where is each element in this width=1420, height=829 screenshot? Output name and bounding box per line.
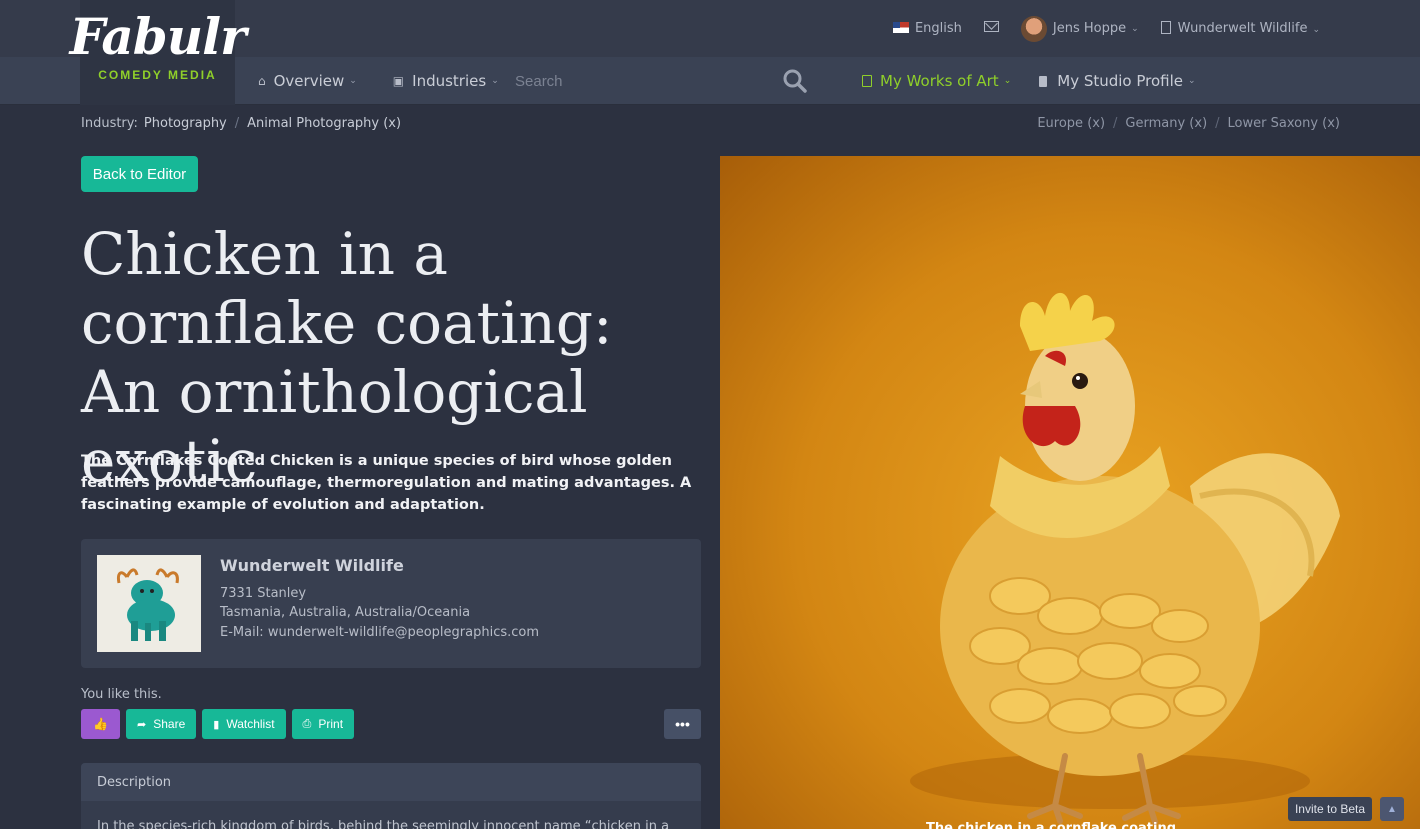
scroll-to-top-button[interactable]: ▲ <box>1380 797 1404 821</box>
home-icon: ⌂ <box>258 74 266 88</box>
nav-menu-right: My Works of Art ⌄ My Studio Profile ⌄ <box>862 57 1196 105</box>
top-right-menu: English Jens Hoppe ⌄ Wunderwelt Wildlife… <box>892 0 1320 57</box>
print-button[interactable]: ⎙ Print <box>291 709 355 739</box>
chevron-down-icon: ⌄ <box>1188 76 1196 86</box>
description-body: In the species-rich kingdom of birds, be… <box>97 819 670 829</box>
region-germany[interactable]: Germany (x) <box>1125 116 1207 131</box>
back-to-editor-button[interactable]: Back to Editor <box>81 156 198 192</box>
org-name: Wunderwelt Wildlife <box>1177 21 1308 36</box>
more-options-button[interactable]: ••• <box>664 709 701 739</box>
building-icon <box>1160 21 1171 34</box>
chevron-down-icon: ⌄ <box>1312 25 1320 35</box>
region-lower-saxony[interactable]: Lower Saxony (x) <box>1228 116 1340 131</box>
region-breadcrumb: Europe (x) / Germany (x) / Lower Saxony (x) <box>1037 116 1340 131</box>
print-label: Print <box>318 717 344 731</box>
nav-item-overview[interactable]: ⌂ Overview ⌄ <box>258 72 357 90</box>
publisher-street: 7331 Stanley <box>220 586 307 601</box>
breadcrumb-separator: / <box>1215 116 1220 131</box>
breadcrumb-separator: / <box>1113 116 1118 131</box>
nav-studio-label: My Studio Profile <box>1057 72 1184 90</box>
publisher-logo[interactable] <box>97 555 201 652</box>
description-header: Description <box>81 763 701 801</box>
messages-button[interactable] <box>983 21 999 36</box>
publisher-name[interactable]: Wunderwelt Wildlife <box>220 556 404 575</box>
share-icon: ➦ <box>137 718 147 731</box>
chevron-down-icon: ⌄ <box>349 76 357 86</box>
publisher-card: Wunderwelt Wildlife 7331 Stanley Tasmani… <box>81 539 701 668</box>
bookmark-icon: ▮ <box>213 718 220 731</box>
language-label: English <box>914 21 962 36</box>
publisher-region: Tasmania, Australia, Australia/Oceania <box>220 605 471 620</box>
breadcrumb-item-photography[interactable]: Photography <box>144 116 227 131</box>
document-icon <box>862 75 872 87</box>
user-name: Jens Hoppe <box>1052 21 1127 36</box>
like-status: You like this. <box>81 687 162 702</box>
industries-icon: ▣ <box>392 74 405 88</box>
watchlist-label: Watchlist <box>226 717 275 731</box>
share-button[interactable]: ➦ Share <box>126 709 197 739</box>
nav-works-label: My Works of Art <box>880 72 999 90</box>
nav-menu: ⌂ Overview ⌄ ▣ Industries ⌄ <box>258 57 535 105</box>
nav-item-industries[interactable]: ▣ Industries ⌄ <box>393 72 499 90</box>
article-lead: The Cornflakes Coated Chicken is a uniqu… <box>81 453 692 513</box>
mail-icon <box>983 21 999 32</box>
language-switcher[interactable]: English <box>892 21 962 36</box>
nav-item-studio[interactable]: My Studio Profile ⌄ <box>1039 72 1196 90</box>
nav-industries-label: Industries <box>412 72 487 90</box>
breadcrumb: Industry: Photography / Animal Photography … <box>81 116 401 131</box>
nav-overview-label: Overview <box>273 72 345 90</box>
thumbs-up-icon: 👍 <box>93 717 108 731</box>
region-europe[interactable]: Europe (x) <box>1037 116 1105 131</box>
avatar <box>1020 15 1047 42</box>
search-icon[interactable] <box>782 68 808 94</box>
watchlist-button[interactable]: ▮ Watchlist <box>202 709 286 739</box>
user-menu[interactable]: Jens Hoppe ⌄ <box>1020 15 1139 42</box>
share-label: Share <box>153 717 186 731</box>
image-caption: The chicken in a cornflake coating <box>926 821 1177 829</box>
invite-to-beta-button[interactable]: Invite to Beta <box>1288 797 1372 821</box>
breadcrumb-separator: / <box>234 116 240 131</box>
hero-image-chicken <box>720 156 1420 829</box>
like-button[interactable]: 👍 <box>81 709 120 739</box>
org-menu[interactable]: Wunderwelt Wildlife ⌄ <box>1160 21 1320 36</box>
publisher-email[interactable]: E-Mail: wunderwelt-wildlife@peoplegraphi… <box>220 625 539 640</box>
logo-subtitle: COMEDY MEDIA <box>98 68 217 82</box>
breadcrumb-item-animal[interactable]: Animal Photography (x) <box>247 116 401 131</box>
action-buttons: 👍 ➦ Share ▮ Watchlist ⎙ Print <box>81 709 355 739</box>
nav-item-works[interactable]: My Works of Art ⌄ <box>862 72 1011 90</box>
us-flag-icon <box>892 22 909 33</box>
chevron-down-icon: ⌄ <box>1131 23 1139 34</box>
breadcrumb-label: Industry: <box>81 116 138 131</box>
printer-icon: ⎙ <box>302 717 312 730</box>
logo-wordmark: Fabulr <box>69 7 247 66</box>
chevron-down-icon: ⌄ <box>1003 76 1012 86</box>
description-panel: Description In the species-rich kingdom … <box>81 763 701 829</box>
search-input[interactable] <box>515 71 765 91</box>
chevron-down-icon: ⌄ <box>491 76 499 86</box>
brand-logo[interactable]: Fabulr COMEDY MEDIA <box>70 0 246 105</box>
book-icon <box>1039 75 1048 87</box>
